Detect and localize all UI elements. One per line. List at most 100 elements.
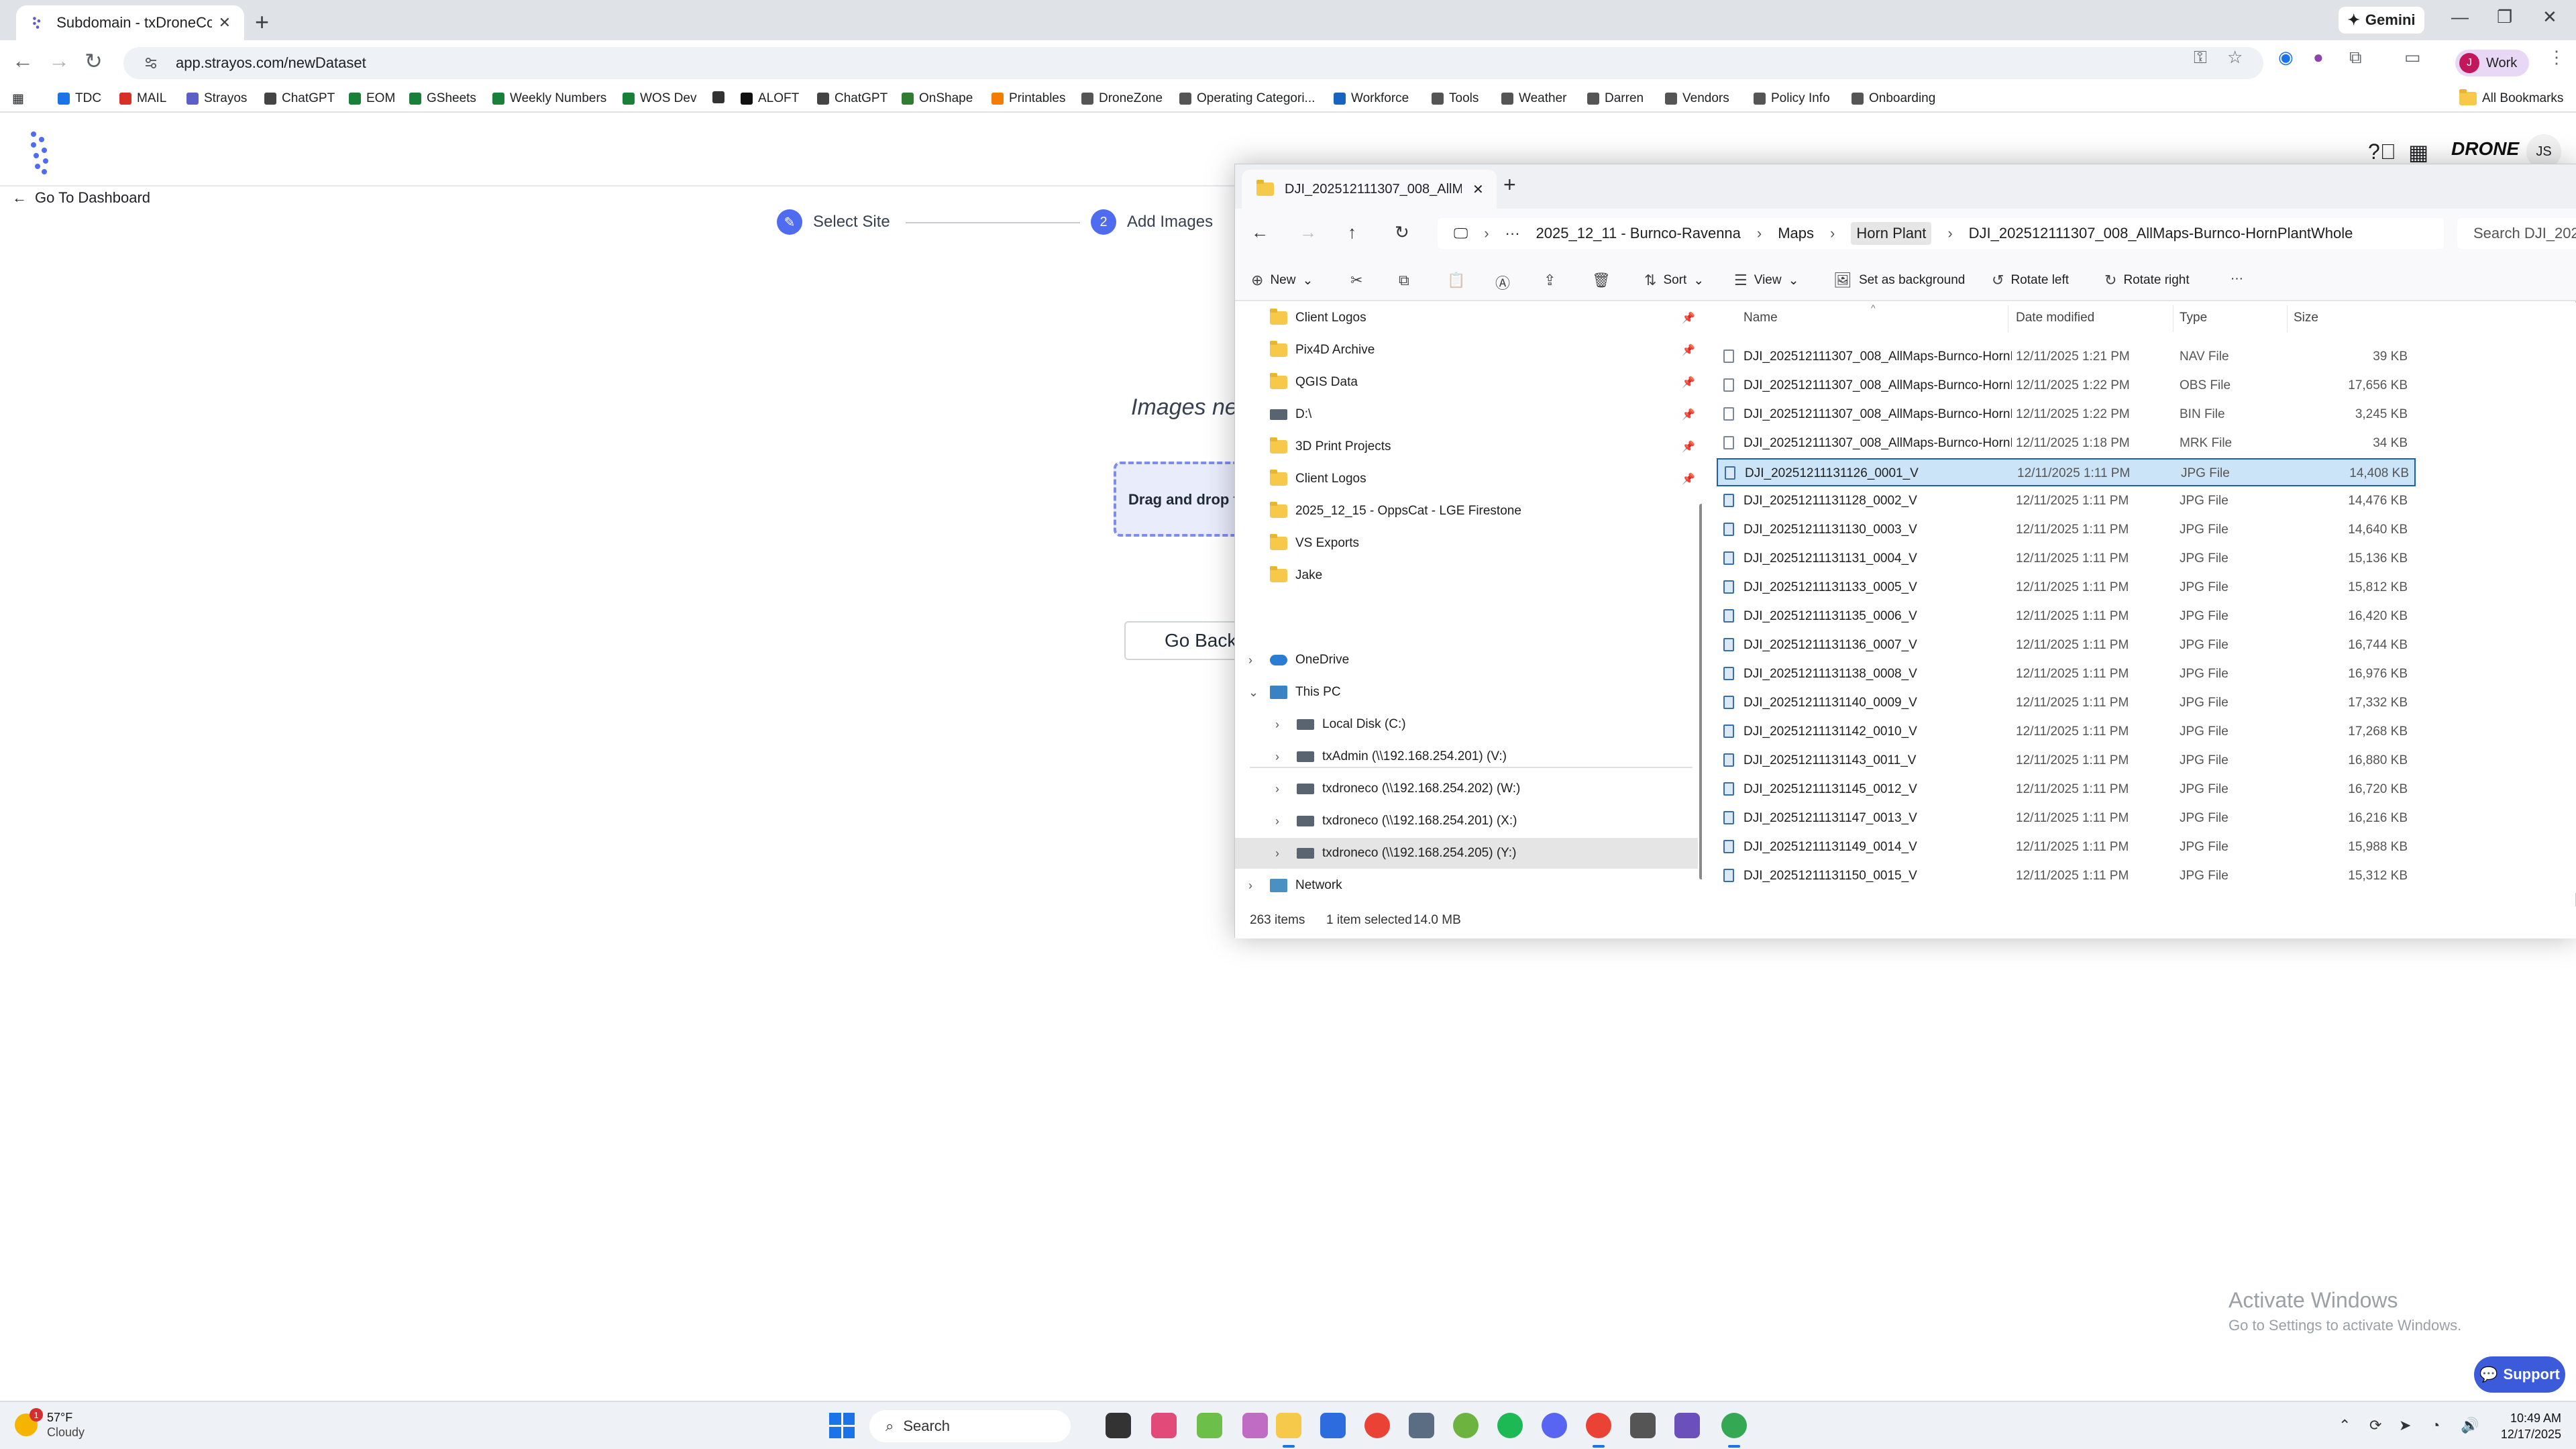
bookmark-item[interactable]: Weather	[1501, 91, 1566, 106]
new-button[interactable]: ⊕ New ⌄	[1251, 272, 1313, 289]
bookmark-item[interactable]	[712, 91, 724, 103]
quick-access-item[interactable]: QGIS Data 📌	[1235, 367, 1698, 398]
gemini-button[interactable]: ✦ Gemini	[2339, 7, 2424, 34]
spotify-icon[interactable]	[1497, 1413, 1523, 1438]
bookmark-item[interactable]: Workforce	[1334, 91, 1409, 106]
close-tab-icon[interactable]: ✕	[1472, 181, 1484, 198]
chevron-right-icon[interactable]: ›	[1275, 814, 1279, 828]
tree-item[interactable]: ⌄ This PC	[1235, 677, 1698, 708]
breadcrumb[interactable]: 🖵 › ··· 2025_12_11 - Burnco-Ravenna › Ma…	[1438, 218, 2444, 249]
delete-icon[interactable]: 🗑	[1592, 272, 1611, 289]
copilot-icon[interactable]	[1242, 1413, 1268, 1438]
share-icon[interactable]: ⇪	[1544, 272, 1556, 289]
bookmark-item[interactable]: Weekly Numbers	[492, 91, 606, 106]
file-row[interactable]: DJI_20251211131140_0009_V 12/11/2025 1:11…	[1717, 689, 2416, 717]
pin-icon[interactable]: 📌	[1682, 472, 1695, 486]
notepad-icon[interactable]	[1197, 1413, 1222, 1438]
pin-icon[interactable]: 📌	[1682, 311, 1695, 325]
chevron-right-icon[interactable]: ›	[1248, 653, 1252, 667]
bookmark-item[interactable]: TDC	[58, 91, 101, 106]
weather-widget[interactable]: 1 57°F Cloudy	[15, 1408, 85, 1440]
calculator-icon[interactable]	[1409, 1413, 1434, 1438]
close-window-icon[interactable]: ✕	[2542, 7, 2557, 28]
chevron-right-icon[interactable]: ›	[1275, 718, 1279, 732]
refresh-icon[interactable]: ↻	[1395, 222, 1409, 243]
file-row[interactable]: DJI_20251211131150_0015_V 12/11/2025 1:11…	[1717, 862, 2416, 890]
chevron-up-icon[interactable]: ⌃	[2339, 1417, 2351, 1434]
bookmark-item[interactable]: ALOFT	[741, 91, 799, 106]
breadcrumb-item[interactable]: Horn Plant	[1851, 222, 1932, 245]
forward-arrow-icon[interactable]: →	[1299, 222, 1317, 243]
chevron-right-icon[interactable]: ›	[1275, 782, 1279, 796]
side-panel-icon[interactable]: ▭	[2404, 47, 2421, 68]
start-button[interactable]	[829, 1413, 855, 1438]
file-row[interactable]: DJI_20251211131133_0005_V 12/11/2025 1:11…	[1717, 574, 2416, 602]
file-row[interactable]: DJI_202512111307_008_AllMaps-Burnco-Horn…	[1717, 343, 2416, 371]
go-to-dashboard-link[interactable]: ← Go To Dashboard	[12, 189, 150, 207]
quick-access-item[interactable]: Jake	[1235, 560, 1698, 591]
bookmark-item[interactable]: Tools	[1432, 91, 1479, 106]
tree-item[interactable]: › OneDrive	[1235, 645, 1698, 676]
file-row[interactable]: DJI_20251211131126_0001_V 12/11/2025 1:11…	[1717, 458, 2416, 486]
all-bookmarks-button[interactable]: All Bookmarks	[2459, 89, 2563, 106]
password-key-icon[interactable]: ⚿	[2194, 47, 2207, 68]
taskbar-search[interactable]: ⌕ Search	[869, 1410, 1071, 1442]
file-row[interactable]: DJI_20251211131136_0007_V 12/11/2025 1:11…	[1717, 631, 2416, 659]
tree-item[interactable]: › Local Disk (C:)	[1235, 709, 1698, 740]
restore-icon[interactable]: ❐	[2497, 7, 2512, 28]
step-add-images[interactable]: 2 Add Images	[1091, 209, 1213, 235]
back-arrow-icon[interactable]: ←	[12, 48, 34, 73]
address-bar[interactable]: app.strayos.com/newDataset	[123, 47, 2263, 79]
strayos-logo-icon[interactable]	[24, 129, 56, 176]
file-row[interactable]: DJI_20251211131138_0008_V 12/11/2025 1:11…	[1717, 660, 2416, 688]
set-as-background-button[interactable]: 🖼 Set as background	[1833, 272, 1965, 289]
up-arrow-icon[interactable]: ↑	[1348, 222, 1356, 243]
breadcrumb-ellipsis[interactable]: ···	[1505, 225, 1520, 242]
bookmark-item[interactable]: DroneZone	[1081, 91, 1163, 106]
qgis-icon[interactable]	[1453, 1413, 1479, 1438]
back-arrow-icon[interactable]: ←	[1251, 222, 1269, 243]
explorer-search-input[interactable]: Search DJI_2025	[2457, 218, 2576, 249]
tab-close-icon[interactable]: ✕	[219, 14, 231, 32]
tree-item[interactable]: › Network	[1235, 870, 1698, 893]
chevron-right-icon[interactable]: ›	[1248, 879, 1252, 893]
bookmark-item[interactable]: MAIL	[119, 91, 166, 106]
rename-icon[interactable]: Ⓐ	[1495, 272, 1510, 293]
task-view-icon[interactable]	[1106, 1413, 1131, 1438]
column-header-name[interactable]: Name	[1743, 311, 1778, 325]
rotate-right-button[interactable]: ↻ Rotate right	[2104, 272, 2190, 289]
bookmark-item[interactable]: Vendors	[1665, 91, 1729, 106]
bookmark-item[interactable]: Darren	[1587, 91, 1644, 106]
chrome-work-icon[interactable]	[1721, 1413, 1747, 1448]
chevron-down-icon[interactable]: ⌄	[1248, 686, 1258, 700]
apps-grid-icon[interactable]: ▦	[12, 91, 24, 107]
file-row[interactable]: DJI_20251211131143_0011_V 12/11/2025 1:11…	[1717, 747, 2416, 775]
quick-access-item[interactable]: Client Logos 📌	[1235, 464, 1698, 494]
file-row[interactable]: DJI_202512111307_008_AllMaps-Burnco-Horn…	[1717, 429, 2416, 458]
bookmark-item[interactable]: WOS Dev	[623, 91, 696, 106]
view-button[interactable]: ☰ View ⌄	[1734, 272, 1799, 289]
file-row[interactable]: DJI_202512111307_008_AllMaps-Burnco-Horn…	[1717, 372, 2416, 400]
more-options-icon[interactable]: ···	[2231, 272, 2243, 286]
column-divider[interactable]	[2287, 305, 2288, 332]
bookmark-item[interactable]: ChatGPT	[817, 91, 888, 106]
file-row[interactable]: DJI_20251211131145_0012_V 12/11/2025 1:11…	[1717, 775, 2416, 804]
tree-item[interactable]: › txdroneco (\\192.168.254.205) (Y:)	[1235, 838, 1698, 869]
column-divider[interactable]	[2173, 305, 2174, 332]
computer-icon[interactable]: 🖵	[1454, 225, 1468, 242]
explorer-tab[interactable]: DJI_202512111307_008_AllMap ✕	[1242, 170, 1497, 209]
breadcrumb-item[interactable]: DJI_202512111307_008_AllMaps-Burnco-Horn…	[1969, 225, 2353, 242]
column-header-type[interactable]: Type	[2180, 311, 2207, 325]
new-tab-button[interactable]: +	[255, 8, 269, 36]
store-icon[interactable]	[1320, 1413, 1346, 1438]
sort-button[interactable]: ⇅ Sort ⌄	[1644, 272, 1704, 289]
profile-button[interactable]: J Work	[2455, 50, 2529, 76]
support-button[interactable]: 💬 Support	[2474, 1356, 2565, 1393]
file-row[interactable]: DJI_20251211131130_0003_V 12/11/2025 1:11…	[1717, 516, 2416, 544]
quick-access-item[interactable]: VS Exports	[1235, 528, 1698, 559]
bookmark-item[interactable]: Strayos	[186, 91, 247, 106]
quick-access-item[interactable]: D:\ 📌	[1235, 399, 1698, 430]
discord-icon[interactable]	[1542, 1413, 1567, 1438]
reload-icon[interactable]: ↻	[85, 48, 103, 74]
pin-icon[interactable]: 📌	[1682, 343, 1695, 357]
